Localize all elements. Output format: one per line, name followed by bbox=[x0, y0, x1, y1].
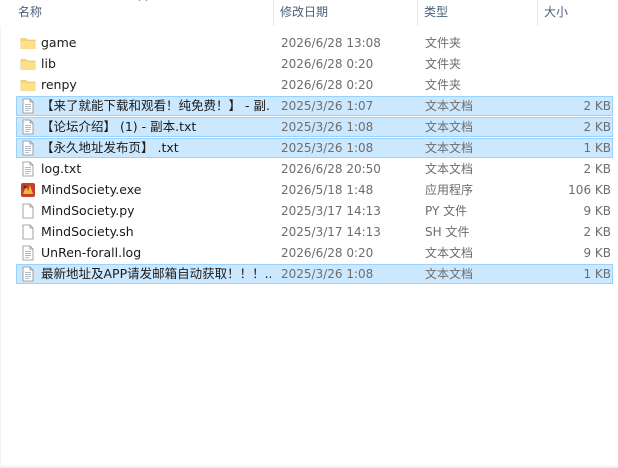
file-type: 文本文档 bbox=[425, 267, 474, 281]
file-size: 106 KB bbox=[568, 183, 611, 197]
file-size bbox=[535, 34, 611, 52]
file-type: 文本文档 bbox=[425, 141, 474, 155]
file-row[interactable]: MindSociety.exe 2026/5/18 1:48 应用程序 106 KB bbox=[16, 180, 613, 200]
file-type: PY 文件 bbox=[425, 204, 468, 218]
file-name: MindSociety.py bbox=[41, 203, 135, 218]
file-type: 文本文档 bbox=[425, 162, 474, 176]
file-row[interactable]: MindSociety.sh 2025/3/17 14:13 SH 文件 2 KB bbox=[16, 222, 613, 242]
file-name: lib bbox=[41, 56, 56, 71]
file-size: 2 KB bbox=[583, 162, 611, 176]
file-icon bbox=[20, 203, 36, 219]
text-file-icon bbox=[20, 119, 36, 135]
file-name: 【永久地址发布页】 .txt bbox=[41, 140, 179, 155]
column-header-type[interactable]: 类型 bbox=[418, 0, 536, 26]
app-icon bbox=[20, 182, 36, 198]
file-name: MindSociety.sh bbox=[41, 224, 134, 239]
text-file-icon bbox=[20, 98, 36, 114]
file-type: 文件夹 bbox=[425, 36, 462, 50]
file-modified-date: 2025/3/26 1:08 bbox=[281, 267, 374, 281]
column-header-name[interactable]: 名称 bbox=[12, 0, 272, 26]
file-row[interactable]: game 2026/6/28 13:08 文件夹 bbox=[16, 33, 613, 53]
file-modified-date: 2025/3/26 1:08 bbox=[281, 120, 374, 134]
file-modified-date: 2026/6/28 20:50 bbox=[281, 162, 381, 176]
column-header-bar: 名称 修改日期 类型 大小 bbox=[0, 0, 618, 26]
file-modified-date: 2026/6/28 0:20 bbox=[281, 246, 374, 260]
file-modified-date: 2025/3/17 14:13 bbox=[281, 204, 381, 218]
file-type: 文本文档 bbox=[425, 99, 474, 113]
file-row[interactable]: 最新地址及APP请发邮箱自动获取！！！... 2025/3/26 1:08 文本文档… bbox=[16, 264, 613, 284]
folder-icon bbox=[20, 56, 36, 72]
file-row[interactable]: UnRen-forall.log 2026/6/28 0:20 文本文档 9 KB bbox=[16, 243, 613, 263]
text-file-icon bbox=[20, 140, 36, 156]
file-row[interactable]: 【来了就能下载和观看！纯免费！】 - 副... 2025/3/26 1:07 文本文… bbox=[16, 96, 613, 116]
file-modified-date: 2025/3/26 1:07 bbox=[281, 99, 374, 113]
file-name: 【论坛介绍】 (1) - 副本.txt bbox=[41, 119, 197, 134]
file-size: 2 KB bbox=[583, 225, 611, 239]
file-size: 9 KB bbox=[583, 204, 611, 218]
column-header-size[interactable]: 大小 bbox=[538, 0, 616, 26]
file-modified-date: 2026/5/18 1:48 bbox=[281, 183, 374, 197]
file-row[interactable]: 【论坛介绍】 (1) - 副本.txt 2025/3/26 1:08 文本文档 2 K… bbox=[16, 117, 613, 137]
file-size: 2 KB bbox=[583, 99, 611, 113]
file-name: UnRen-forall.log bbox=[41, 245, 142, 260]
file-type: 文本文档 bbox=[425, 246, 474, 260]
file-modified-date: 2026/6/28 0:20 bbox=[281, 78, 374, 92]
file-size: 1 KB bbox=[583, 267, 611, 281]
file-type: 文本文档 bbox=[425, 120, 474, 134]
column-header-date[interactable]: 修改日期 bbox=[274, 0, 416, 26]
text-file-icon bbox=[20, 266, 36, 282]
file-modified-date: 2025/3/26 1:08 bbox=[281, 141, 374, 155]
file-name: log.txt bbox=[41, 161, 82, 176]
file-size: 9 KB bbox=[583, 246, 611, 260]
file-name: 最新地址及APP请发邮箱自动获取！！！... bbox=[41, 266, 271, 281]
file-row[interactable]: lib 2026/6/28 0:20 文件夹 bbox=[16, 54, 613, 74]
file-row[interactable]: MindSociety.py 2025/3/17 14:13 PY 文件 9 KB bbox=[16, 201, 613, 221]
file-type: SH 文件 bbox=[425, 225, 470, 239]
file-size: 2 KB bbox=[583, 120, 611, 134]
file-modified-date: 2026/6/28 13:08 bbox=[281, 36, 381, 50]
file-size bbox=[535, 76, 611, 94]
folder-icon bbox=[20, 77, 36, 93]
folder-icon bbox=[20, 35, 36, 51]
file-name: 【来了就能下载和观看！纯免费！】 - 副... bbox=[41, 98, 271, 113]
file-type: 文件夹 bbox=[425, 78, 462, 92]
file-icon bbox=[20, 224, 36, 240]
text-file-icon bbox=[20, 245, 36, 261]
file-size bbox=[535, 55, 611, 73]
file-type: 应用程序 bbox=[425, 183, 474, 197]
file-modified-date: 2026/6/28 0:20 bbox=[281, 57, 374, 71]
pane-left-edge bbox=[0, 0, 1, 468]
text-file-icon bbox=[20, 161, 36, 177]
file-name: renpy bbox=[41, 77, 77, 92]
file-name: MindSociety.exe bbox=[41, 182, 142, 197]
file-type: 文件夹 bbox=[425, 57, 462, 71]
file-size: 1 KB bbox=[583, 141, 611, 155]
file-row[interactable]: 【永久地址发布页】 .txt 2025/3/26 1:08 文本文档 1 KB bbox=[16, 138, 613, 158]
file-modified-date: 2025/3/17 14:13 bbox=[281, 225, 381, 239]
file-row[interactable]: renpy 2026/6/28 0:20 文件夹 bbox=[16, 75, 613, 95]
file-row[interactable]: log.txt 2026/6/28 20:50 文本文档 2 KB bbox=[16, 159, 613, 179]
file-name: game bbox=[41, 35, 77, 50]
